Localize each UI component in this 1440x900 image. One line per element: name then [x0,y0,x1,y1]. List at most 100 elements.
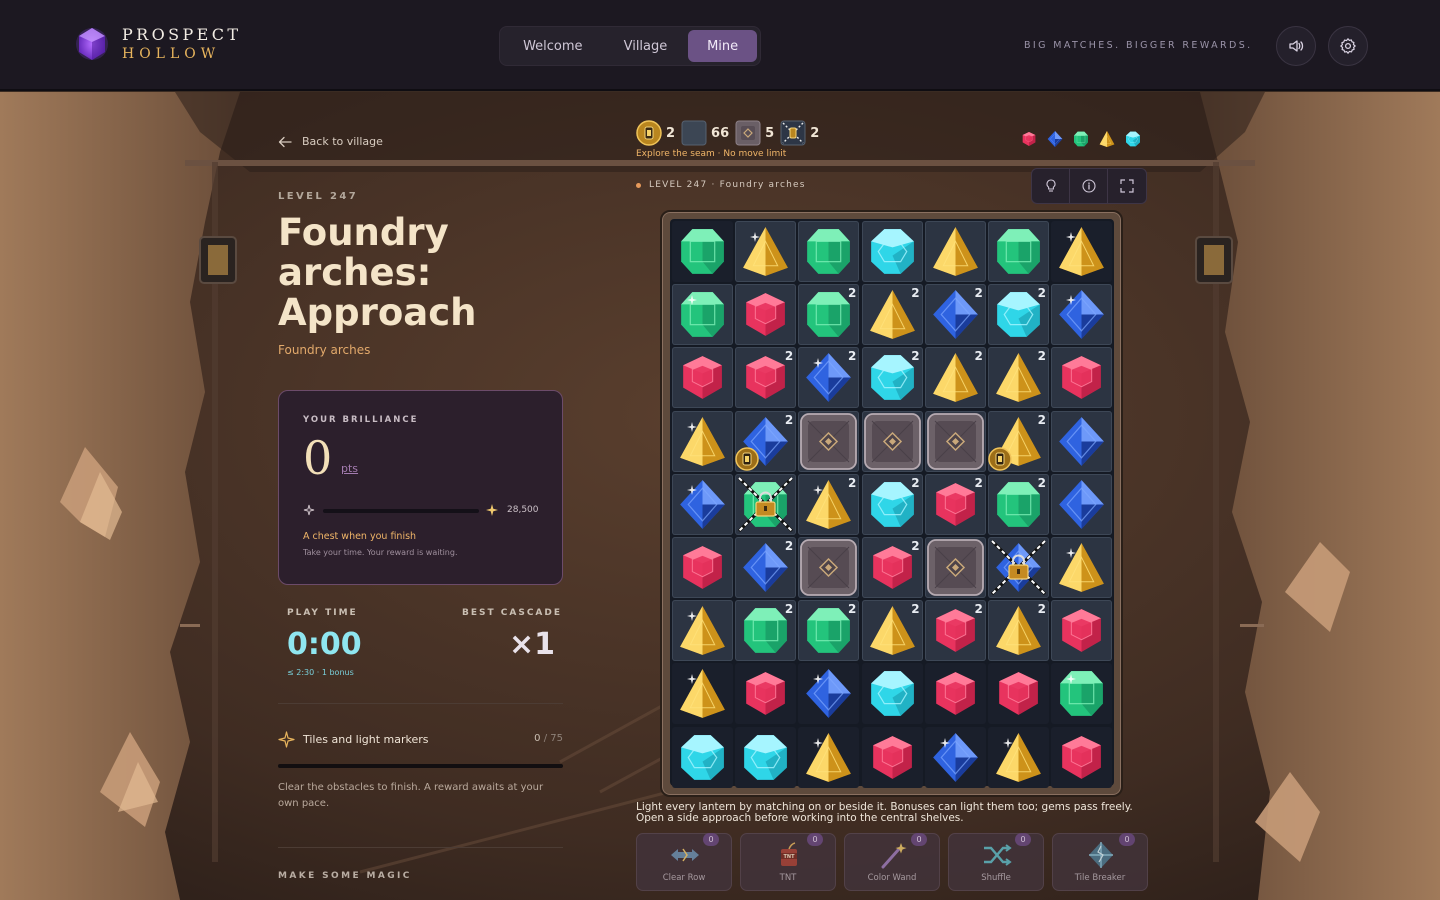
board-cell[interactable]: 2 [798,284,860,346]
board-cell[interactable]: 2 [798,473,860,535]
board-cell[interactable]: 2 [924,600,986,662]
gem-red [935,672,975,716]
gem-red [746,672,786,716]
settings-button[interactable] [1328,26,1368,66]
board-cell[interactable] [861,221,923,282]
board-cell[interactable] [924,410,986,472]
board-cell[interactable] [988,537,1049,598]
board-cell[interactable]: 2 [798,347,860,409]
board-cell[interactable] [672,410,733,472]
sparkle-icon [813,484,824,495]
booster-shuffle[interactable]: 0 Shuffle [948,833,1044,891]
sound-button[interactable] [1276,26,1316,66]
gem-type-red-icon [1019,129,1039,149]
board-cell[interactable]: 2 [861,537,923,598]
booster-tnt[interactable]: TNT 0 TNT [740,833,836,891]
gem-yellow [932,227,978,276]
divider [278,703,563,704]
board-cell[interactable]: 2 [735,410,797,472]
board-cell[interactable] [924,537,986,598]
board-cell[interactable]: 2 [924,473,986,535]
board-cell[interactable] [798,537,860,598]
board-cell[interactable] [1051,347,1113,409]
info-button[interactable] [1070,169,1108,203]
tab-village[interactable]: Village [603,30,689,62]
logo-gem-icon [76,28,108,60]
board-cell[interactable]: 2 [924,284,986,346]
board-cell[interactable] [924,221,986,282]
stone-block [926,412,984,470]
board-cell[interactable] [861,726,923,788]
board-cell[interactable]: 2 [988,284,1049,346]
board-cell[interactable] [1051,537,1113,598]
back-to-village-link[interactable]: Back to village [278,135,383,148]
board-cell[interactable] [672,473,733,535]
gem-type-yellow-icon [1097,129,1117,149]
board-cell[interactable] [1051,221,1113,282]
logo[interactable]: PROSPECT HOLLOW [76,26,241,62]
board-cell[interactable]: 2 [988,410,1049,472]
board-cell[interactable] [672,221,733,282]
tile-layer-badge: 2 [784,539,794,553]
board-cell[interactable] [672,347,733,409]
board-cell[interactable] [1051,284,1113,346]
board-cell[interactable]: 2 [988,347,1049,409]
board-cell[interactable]: 2 [861,284,923,346]
board-cell[interactable] [735,473,797,535]
board-cell[interactable]: 2 [861,347,923,409]
level-line: LEVEL 247 · Foundry arches [636,180,806,190]
booster-color-wand[interactable]: 0 Color Wand [844,833,940,891]
gem-yellow [680,416,725,466]
board-cell[interactable] [672,284,733,346]
board-cell[interactable] [988,221,1049,282]
gem-green [681,229,724,274]
board-cell[interactable] [924,726,986,788]
board-cell[interactable]: 2 [798,600,860,662]
level-label: LEVEL 247 [278,191,359,202]
fullscreen-button[interactable] [1108,169,1146,203]
board-cell[interactable]: 2 [988,473,1049,535]
board-cell[interactable] [798,726,860,788]
board-cell[interactable]: 2 [861,473,923,535]
board-cell[interactable] [1051,600,1113,662]
board-cell[interactable] [1051,410,1113,472]
tab-mine[interactable]: Mine [688,30,757,62]
sparkle-icon [687,674,697,685]
board-cell[interactable]: 2 [861,600,923,662]
board-cell[interactable] [672,726,733,788]
board-cell[interactable] [1051,473,1113,535]
board-cell[interactable] [1051,726,1113,788]
board-cell[interactable]: 2 [735,537,797,598]
tab-welcome[interactable]: Welcome [503,30,603,62]
board-cell[interactable]: 2 [735,347,797,409]
board-cell[interactable] [672,663,733,725]
board-cell[interactable]: 2 [988,600,1049,662]
board-cell[interactable] [672,537,733,598]
brilliance-submessage: Take your time. Your reward is waiting. [303,548,458,557]
boosters-bar: 0 Clear Row TNT 0 TNT 0 Color Wand 0 Shu… [636,833,1148,891]
gem-blue [806,669,852,719]
board-cell[interactable] [988,726,1049,788]
board-cell[interactable]: 2 [735,600,797,662]
board-cell[interactable] [735,663,797,725]
level-hint: Light every lantern by matching on or be… [636,801,1133,824]
board-cell[interactable] [798,663,860,725]
board-cell[interactable]: 2 [924,347,986,409]
board-cell[interactable] [735,726,797,788]
board-cell[interactable] [798,410,860,472]
speaker-icon [1289,40,1304,52]
board-cell[interactable] [798,221,860,282]
board-cell[interactable] [735,221,797,282]
brilliance-label: YOUR BRILLIANCE [303,415,419,425]
booster-clear-row[interactable]: 0 Clear Row [636,833,732,891]
booster-count: 0 [911,833,927,846]
booster-tile-breaker[interactable]: 0 Tile Breaker [1052,833,1148,891]
board-cell[interactable] [1051,663,1113,725]
board-cell[interactable] [861,410,923,472]
board-cell[interactable] [924,663,986,725]
board-cell[interactable] [672,600,733,662]
board-cell[interactable] [735,284,797,346]
board-cell[interactable] [861,663,923,725]
board-cell[interactable] [988,663,1049,725]
hint-button[interactable] [1032,169,1070,203]
